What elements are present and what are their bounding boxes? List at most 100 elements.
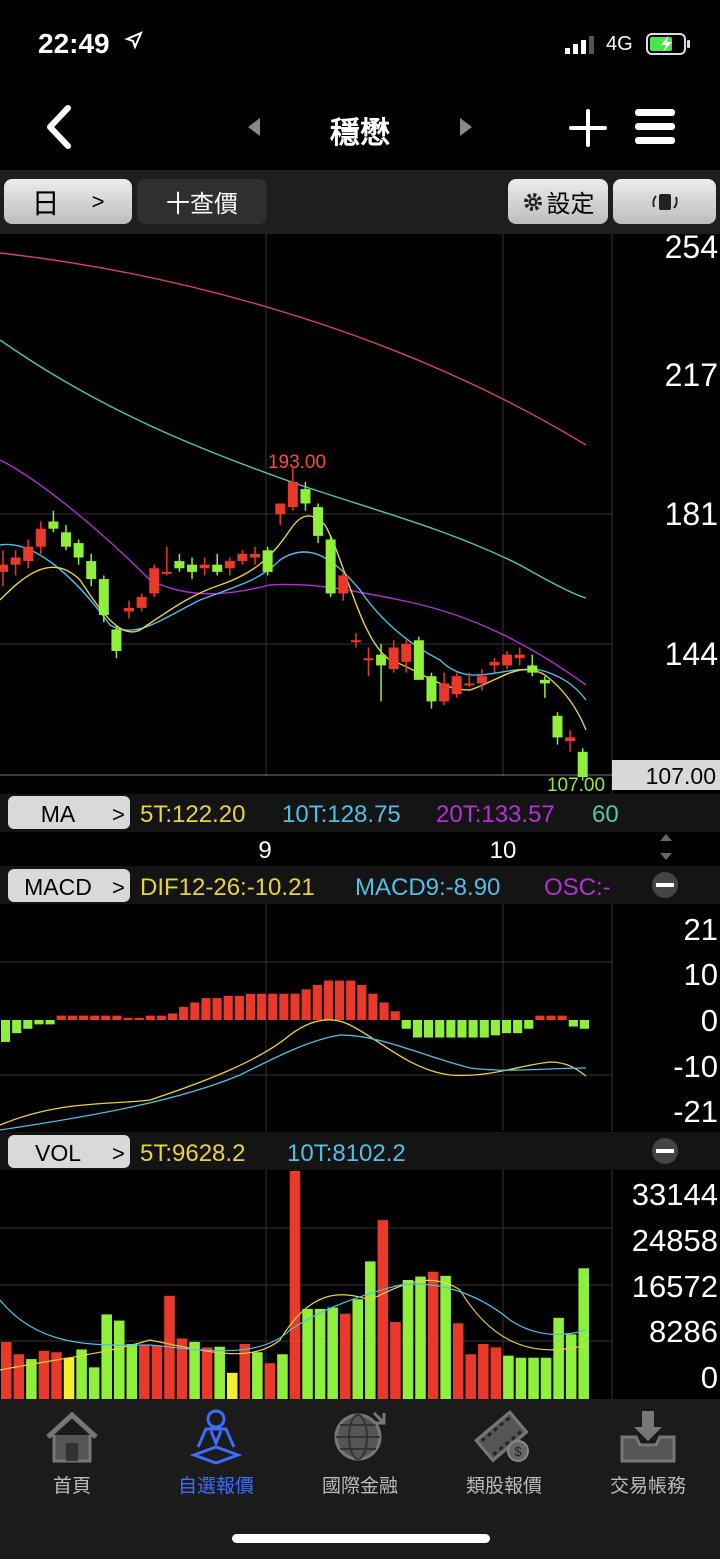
- rotate-button[interactable]: [613, 179, 716, 224]
- candle: [287, 467, 298, 511]
- collapse-macd-icon[interactable]: [652, 872, 678, 898]
- period-label: 日: [31, 187, 60, 219]
- macd-bar: [34, 1020, 44, 1025]
- macd-axis: 21 10 0 -10 -21: [673, 912, 718, 1129]
- ma-indicator-button[interactable]: MA >: [8, 796, 130, 829]
- volume-bar: [553, 1317, 564, 1399]
- price-tick: 144: [665, 636, 718, 672]
- ma-long-line: [0, 252, 587, 446]
- date-tick: 9: [258, 837, 271, 864]
- volume-bar: [365, 1261, 376, 1399]
- tab-watchlist-label: 自選報價: [177, 1476, 254, 1497]
- candle: [527, 654, 538, 677]
- macd-indicator-button[interactable]: MACD >: [8, 869, 130, 902]
- candle: [376, 643, 387, 702]
- query-price-button[interactable]: 十查價: [137, 179, 267, 224]
- candle: [124, 600, 135, 619]
- vol-button-label: VOL: [35, 1140, 81, 1166]
- candle: [539, 676, 550, 698]
- candle: [149, 564, 160, 598]
- macd-tick: 21: [684, 912, 718, 947]
- macd-tick: 0: [701, 1003, 718, 1038]
- stock-chart[interactable]: 193.00 107.00 254 217 181 144 107.00 MA …: [0, 234, 720, 1399]
- period-button[interactable]: 日 >: [4, 179, 132, 224]
- candle: [224, 557, 235, 576]
- tab-trading[interactable]: 交易帳務: [576, 1407, 720, 1507]
- collapse-vol-icon[interactable]: [652, 1138, 678, 1164]
- volume-bar: [113, 1320, 125, 1399]
- candle: [73, 539, 84, 565]
- macd-bar: [145, 1015, 155, 1020]
- candle: [111, 625, 122, 659]
- vol-indicator-button[interactable]: VOL >: [8, 1135, 130, 1168]
- tab-international[interactable]: 國際金融: [288, 1407, 432, 1507]
- macd-bar: [401, 1020, 411, 1029]
- candle: [61, 525, 72, 551]
- macd-bar: [579, 1020, 589, 1029]
- candle: [552, 712, 563, 745]
- candle: [187, 557, 198, 580]
- volume-bar: [1, 1342, 12, 1399]
- candle: [199, 557, 210, 576]
- inbox-download-icon: [620, 1411, 676, 1463]
- candle: [161, 546, 172, 576]
- volume-bar: [565, 1334, 577, 1399]
- macd-bar: [23, 1020, 33, 1029]
- macd-button-label: MACD: [24, 874, 92, 900]
- macd-bar: [546, 1015, 556, 1020]
- date-tick: 10: [490, 837, 517, 864]
- ma5-line: [0, 515, 587, 731]
- tab-watchlist[interactable]: 自選報價: [144, 1407, 288, 1507]
- prev-stock-icon[interactable]: [245, 115, 265, 139]
- ma20-legend: 20T:133.57: [436, 801, 555, 828]
- candle: [451, 672, 462, 698]
- low-price-label: 107.00: [547, 775, 605, 796]
- rotate-icon: [651, 193, 678, 210]
- nav-bar: 穩懋: [0, 90, 720, 170]
- tab-home[interactable]: 首頁: [0, 1407, 144, 1507]
- candle: [262, 546, 273, 576]
- home-icon: [46, 1411, 98, 1463]
- macd9-legend: MACD9:-8.90: [355, 874, 500, 901]
- macd-bar: [257, 993, 267, 1020]
- dif-line: [0, 1019, 587, 1126]
- macd-bar: [357, 984, 367, 1020]
- next-stock-icon[interactable]: [455, 115, 475, 139]
- macd-bar: [379, 1002, 389, 1020]
- macd-bar: [568, 1020, 578, 1027]
- volume-bar: [277, 1354, 288, 1399]
- macd-bar: [290, 993, 300, 1020]
- vol-tick: 16572: [632, 1269, 718, 1304]
- macd-bar: [412, 1020, 423, 1038]
- settings-button[interactable]: 設定: [508, 179, 608, 224]
- volume-bar: [289, 1171, 301, 1399]
- menu-icon[interactable]: [634, 106, 676, 148]
- candle: [98, 575, 109, 623]
- macd-bar: [323, 980, 333, 1020]
- add-icon[interactable]: [568, 108, 608, 148]
- macd-bar: [112, 1015, 122, 1020]
- volume-bar: [151, 1345, 163, 1399]
- macd-bar: [245, 993, 256, 1020]
- macd-bar: [435, 1020, 445, 1038]
- volume-bar: [63, 1357, 75, 1399]
- macd-bar: [90, 1015, 100, 1020]
- candle: [388, 640, 399, 673]
- candle: [86, 553, 97, 587]
- back-icon[interactable]: [40, 102, 80, 152]
- ma-button-label: MA: [41, 801, 76, 827]
- macd-bar: [557, 1015, 567, 1020]
- tab-sectors[interactable]: $ 類股報價: [432, 1407, 576, 1507]
- macd-bar: [67, 1015, 77, 1020]
- home-indicator: [232, 1534, 490, 1543]
- macd-histogram: [1, 980, 589, 1042]
- candle: [250, 546, 261, 565]
- volume-bar: [528, 1357, 539, 1399]
- tab-home-label: 首頁: [52, 1476, 91, 1497]
- volume-bar: [302, 1308, 313, 1399]
- date-axis-bar: [0, 832, 720, 866]
- tab-international-label: 國際金融: [321, 1476, 398, 1497]
- chevron-right-icon: >: [112, 875, 125, 900]
- macd-bar: [490, 1020, 500, 1036]
- volume-bar: [226, 1372, 238, 1399]
